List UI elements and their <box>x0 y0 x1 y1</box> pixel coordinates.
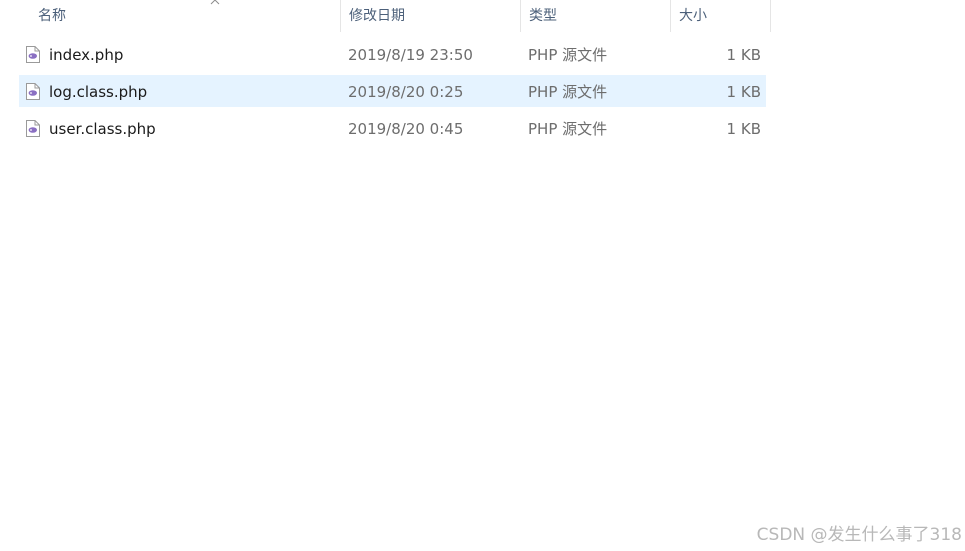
column-header-date-label: 修改日期 <box>349 8 405 24</box>
watermark: CSDN @发生什么事了318 <box>756 525 962 545</box>
file-explorer-view: 名称 修改日期 类型 大小 index.php 2019/8/19 23:50 … <box>0 0 965 551</box>
file-row[interactable]: user.class.php 2019/8/20 0:45 PHP 源文件 1 … <box>19 112 766 144</box>
column-header-type-label: 类型 <box>529 8 557 24</box>
file-size: 1 KB <box>726 46 761 64</box>
chevron-up-icon <box>210 0 220 5</box>
file-row[interactable]: index.php 2019/8/19 23:50 PHP 源文件 1 KB <box>19 38 766 70</box>
file-type: PHP 源文件 <box>528 83 608 101</box>
file-type: PHP 源文件 <box>528 46 608 64</box>
file-type: PHP 源文件 <box>528 120 608 138</box>
file-name: log.class.php <box>49 83 148 101</box>
column-header-type[interactable]: 类型 <box>521 0 671 32</box>
php-file-icon <box>26 120 40 137</box>
file-name: user.class.php <box>49 120 156 138</box>
column-header-date[interactable]: 修改日期 <box>341 0 521 32</box>
file-modified-date: 2019/8/20 0:45 <box>348 120 464 138</box>
file-size: 1 KB <box>726 83 761 101</box>
php-file-icon <box>26 46 40 63</box>
file-name: index.php <box>49 46 124 64</box>
file-size: 1 KB <box>726 120 761 138</box>
php-file-icon <box>26 83 40 100</box>
column-header-row: 名称 修改日期 类型 大小 <box>0 0 771 32</box>
column-header-size[interactable]: 大小 <box>671 0 771 32</box>
column-header-name-label: 名称 <box>38 8 66 24</box>
file-modified-date: 2019/8/20 0:25 <box>348 83 464 101</box>
column-header-size-label: 大小 <box>679 8 707 24</box>
column-header-name[interactable]: 名称 <box>30 0 341 32</box>
file-row[interactable]: log.class.php 2019/8/20 0:25 PHP 源文件 1 K… <box>19 75 766 107</box>
file-modified-date: 2019/8/19 23:50 <box>348 46 473 64</box>
